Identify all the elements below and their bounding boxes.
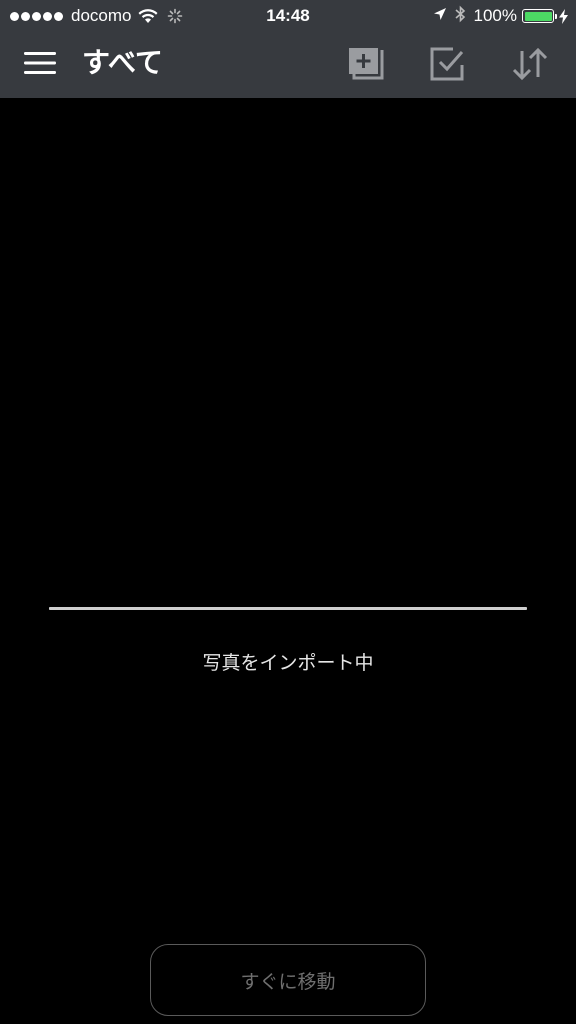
- location-arrow-icon: [433, 6, 447, 26]
- import-progress-fill: [49, 607, 527, 610]
- status-bar-right: 100%: [425, 0, 568, 32]
- menu-button[interactable]: [22, 48, 58, 78]
- nav-bar: すべて: [0, 32, 576, 98]
- sort-button[interactable]: [509, 43, 551, 85]
- battery-icon: [522, 9, 557, 23]
- hamburger-menu-icon: [24, 52, 56, 74]
- sort-arrows-icon: [512, 47, 548, 81]
- move-now-label: すぐに移動: [240, 970, 336, 993]
- select-button[interactable]: [426, 43, 468, 85]
- screen: docomo 14:48 100% すべて 写真をインポート中 すぐに移動: [0, 0, 576, 1024]
- add-album-button[interactable]: [345, 43, 387, 85]
- battery-level: [524, 11, 552, 21]
- add-album-icon: [349, 48, 384, 80]
- status-bar: docomo 14:48 100%: [0, 0, 576, 32]
- page-title: すべて: [82, 46, 163, 79]
- bluetooth-icon: [454, 5, 466, 28]
- battery-percent: 100%: [473, 6, 517, 25]
- charging-bolt-icon: [559, 8, 568, 24]
- checkbox-select-icon: [430, 47, 464, 81]
- import-status-text: 写真をインポート中: [202, 652, 374, 674]
- move-now-button[interactable]: すぐに移動: [150, 944, 426, 1016]
- import-progress-bar: [49, 607, 527, 610]
